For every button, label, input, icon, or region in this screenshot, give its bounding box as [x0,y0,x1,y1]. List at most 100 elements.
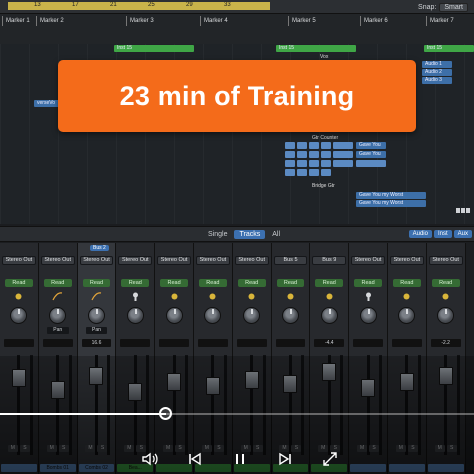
automation-mode-button[interactable]: Read [392,279,421,287]
region[interactable] [285,151,295,158]
automation-mode-button[interactable]: Read [315,279,344,287]
region[interactable] [321,160,331,167]
marker[interactable]: Marker 6 [360,16,388,26]
region[interactable] [321,142,331,149]
region[interactable]: Gave You [356,142,386,149]
region[interactable] [321,169,331,176]
automation-mode-button[interactable]: Read [43,279,72,287]
timeline-ruler[interactable]: 13 17 21 25 29 33 Snap: Smart [0,0,474,14]
region[interactable] [297,169,307,176]
output-selector[interactable]: Bus 5 [273,256,308,265]
pan-knob[interactable] [126,307,144,324]
region[interactable] [321,151,331,158]
region[interactable]: Gave You [356,151,386,158]
output-selector[interactable]: Stereo Out [40,256,75,265]
marker[interactable]: Marker 3 [126,16,154,26]
skip-forward-icon[interactable] [275,449,295,469]
input-monitor-icon [207,291,218,302]
output-selector[interactable]: Stereo Out [157,256,191,265]
snap-control[interactable]: Snap: Smart [418,2,468,12]
progress-bar[interactable] [0,407,474,420]
tab-all[interactable]: All [267,230,285,239]
marker[interactable]: Marker 5 [288,16,316,26]
automation-mode-button[interactable]: Read [354,279,382,287]
automation-mode-button[interactable]: Read [160,279,188,287]
bus-badge: Bus 2 [90,245,109,251]
region[interactable]: Inst 15 [276,45,356,52]
region[interactable] [333,142,353,149]
pan-knob[interactable] [165,307,183,324]
pan-knob[interactable] [398,307,416,324]
volume-readout [197,339,228,347]
filter-inst[interactable]: Inst [433,230,452,238]
output-selector[interactable]: Bus 9 [312,256,347,265]
region[interactable] [285,142,295,149]
pan-knob[interactable] [359,307,377,324]
volume-icon[interactable] [140,449,160,469]
region[interactable] [309,160,319,167]
marker[interactable]: Marker 1 [2,16,30,26]
pan-knob[interactable] [87,307,105,324]
training-banner: 23 min of Training [58,60,416,132]
snap-select[interactable]: Smart [439,2,468,12]
marker[interactable]: Marker 7 [426,16,454,26]
automation-mode-button[interactable]: Read [121,279,150,287]
region[interactable] [285,169,295,176]
region[interactable] [285,160,295,167]
automation-mode-button[interactable]: Read [276,279,305,287]
pan-knob[interactable] [204,307,222,324]
output-selector[interactable]: Stereo Out [428,256,463,265]
region[interactable]: Gave You my Worst [356,192,426,199]
region[interactable]: Audio 2 [422,69,452,76]
instrument-icon [363,291,374,302]
automation-mode-button[interactable]: Read [198,279,227,287]
automation-mode-button[interactable]: Read [431,279,460,287]
region[interactable]: verseVo [34,100,60,107]
pan-label: Pan [46,327,69,334]
filter-audio[interactable]: Audio [408,230,432,238]
region[interactable]: Audio 1 [422,61,452,68]
pan-knob[interactable] [49,307,67,324]
skip-back-icon[interactable] [185,449,205,469]
region[interactable] [309,151,319,158]
region[interactable] [297,142,307,149]
volume-readout [391,339,422,347]
filter-aux[interactable]: Aux [453,230,472,238]
region[interactable]: Gave You my Worst [356,200,426,207]
pause-icon[interactable] [230,449,250,469]
output-selector[interactable]: Stereo Out [79,256,114,265]
banner-text: 23 min of Training [119,80,355,111]
region[interactable]: Audio 3 [422,77,452,84]
automation-mode-button[interactable]: Read [82,279,111,287]
output-selector[interactable]: Stereo Out [389,256,424,265]
region[interactable] [356,160,386,167]
region[interactable] [297,160,307,167]
fullscreen-icon[interactable] [320,449,340,469]
pan-knob[interactable] [320,307,338,324]
tab-tracks[interactable]: Tracks [234,230,266,239]
output-selector[interactable]: Stereo Out [351,256,385,265]
volume-readout [4,339,34,347]
region[interactable] [309,169,319,176]
output-selector[interactable]: Stereo Out [195,256,230,265]
pan-knob[interactable] [437,307,455,324]
volume-readout: -4.4 [314,339,345,347]
pan-knob[interactable] [10,307,28,324]
region[interactable] [333,160,353,167]
output-selector[interactable]: Stereo Out [2,256,36,265]
output-selector[interactable]: Stereo Out [234,256,269,265]
region[interactable] [333,151,353,158]
marker[interactable]: Marker 2 [36,16,64,26]
zoom-icon[interactable] [456,208,470,213]
region[interactable]: Inst 15 [114,45,194,52]
region[interactable] [309,142,319,149]
marker[interactable]: Marker 4 [200,16,228,26]
tab-single[interactable]: Single [203,230,232,239]
region[interactable]: Inst 15 [424,45,474,52]
automation-mode-button[interactable]: Read [5,279,33,287]
pan-knob[interactable] [281,307,299,324]
automation-mode-button[interactable]: Read [237,279,266,287]
pan-knob[interactable] [243,307,261,324]
region[interactable] [297,151,307,158]
output-selector[interactable]: Stereo Out [118,256,153,265]
